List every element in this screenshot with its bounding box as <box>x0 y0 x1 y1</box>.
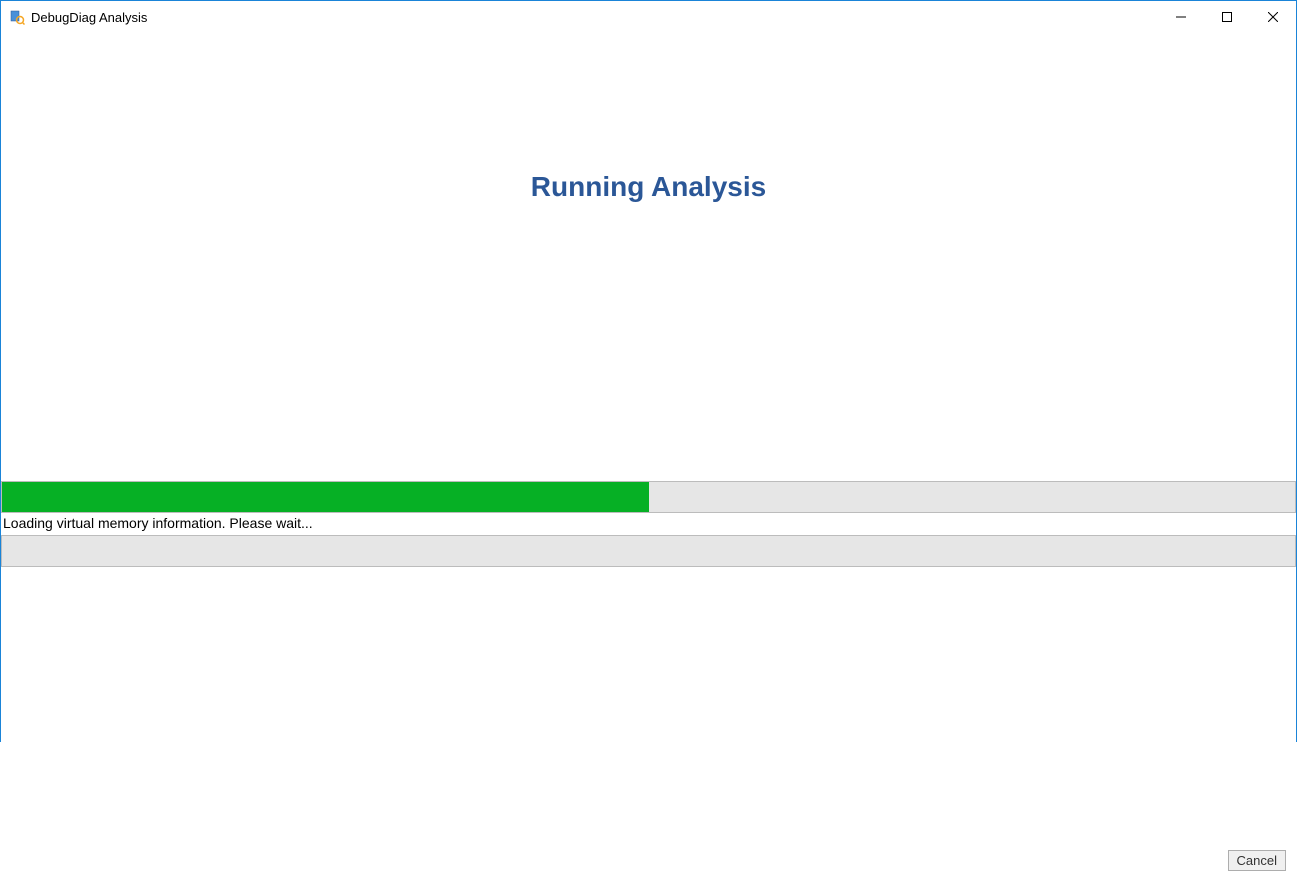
close-icon <box>1268 12 1278 22</box>
titlebar: DebugDiag Analysis <box>1 1 1296 33</box>
status-text: Loading virtual memory information. Plea… <box>1 513 1296 535</box>
progress-bar-main <box>1 481 1296 513</box>
window-controls <box>1158 1 1296 33</box>
progress-bar-main-fill <box>2 482 649 512</box>
cancel-button[interactable]: Cancel <box>1228 850 1286 871</box>
content-area: Running Analysis Loading virtual memory … <box>1 171 1296 879</box>
progress-bar-secondary <box>1 535 1296 567</box>
page-heading: Running Analysis <box>1 171 1296 203</box>
minimize-icon <box>1176 12 1186 22</box>
app-icon <box>9 9 25 25</box>
window-title: DebugDiag Analysis <box>31 10 147 25</box>
maximize-icon <box>1222 12 1232 22</box>
progress-bar-main-glow <box>1062 512 1295 513</box>
minimize-button[interactable] <box>1158 1 1204 33</box>
progress-section: Loading virtual memory information. Plea… <box>1 481 1296 567</box>
progress-bar-secondary-glow <box>1062 566 1295 567</box>
close-button[interactable] <box>1250 1 1296 33</box>
maximize-button[interactable] <box>1204 1 1250 33</box>
titlebar-left: DebugDiag Analysis <box>9 9 147 25</box>
